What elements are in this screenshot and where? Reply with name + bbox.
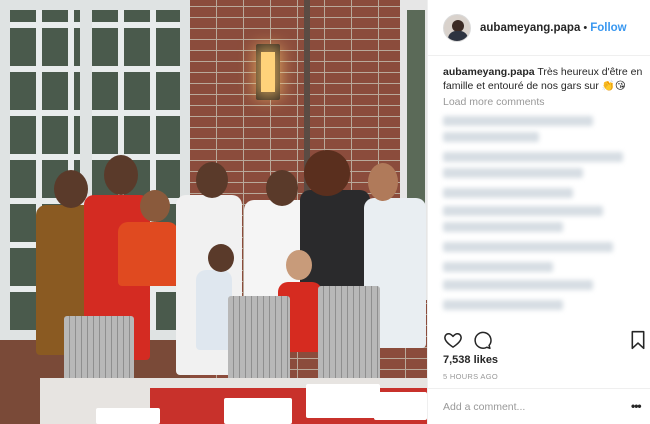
blurred-comment-line <box>443 262 553 272</box>
avatar-body <box>448 30 468 41</box>
blurred-comment-line <box>443 132 539 142</box>
photo-person-head <box>286 250 312 280</box>
blurred-comments <box>443 114 643 324</box>
blurred-comment-line <box>443 152 623 162</box>
photo-lamp-glow <box>261 52 275 92</box>
photo-plate <box>224 398 292 424</box>
load-more-comments-button[interactable]: Load more comments <box>443 96 545 108</box>
post-sidebar: aubameyang.papa • Follow aubameyang.papa… <box>427 0 650 424</box>
blurred-comment-line <box>443 300 563 310</box>
photo-plate <box>96 408 160 424</box>
follow-button[interactable]: Follow <box>590 22 626 34</box>
add-comment-bar: ••• <box>428 388 650 424</box>
photo-person-head <box>304 150 350 196</box>
post-timestamp: 5 HOURS AGO <box>443 372 498 381</box>
blurred-comment-line <box>443 242 613 252</box>
post-caption: aubameyang.papa Très heureux d'être en f… <box>443 65 643 93</box>
likes-count[interactable]: 7,538 likes <box>443 354 498 366</box>
comment-icon[interactable] <box>472 330 492 350</box>
photo-person-head <box>104 155 138 195</box>
photo-person-head <box>140 190 170 222</box>
photo-person-head <box>196 162 228 198</box>
blurred-comment-line <box>443 280 593 290</box>
avatar[interactable] <box>443 13 471 42</box>
username-link[interactable]: aubameyang.papa <box>480 22 580 34</box>
blurred-comment-line <box>443 168 583 178</box>
blurred-comment-line <box>443 222 563 232</box>
caption-username[interactable]: aubameyang.papa <box>443 66 535 78</box>
photo-person <box>196 270 232 350</box>
photo-person-head <box>208 244 234 272</box>
caption-emojis: 👏😘 <box>601 80 626 92</box>
blurred-comment-line <box>443 188 573 198</box>
post-photo[interactable] <box>0 0 427 424</box>
add-comment-input[interactable] <box>443 399 618 415</box>
photo-person-head <box>54 170 88 208</box>
heart-icon[interactable] <box>443 330 463 350</box>
photo-person-head <box>368 163 398 201</box>
photo-plate <box>306 384 380 418</box>
photo-person <box>118 222 178 286</box>
post-header: aubameyang.papa • Follow <box>428 0 650 56</box>
blurred-comment-line <box>443 206 603 216</box>
photo-person-head <box>266 170 298 206</box>
bookmark-icon[interactable] <box>631 330 645 350</box>
photo-chair <box>318 286 380 392</box>
more-options-icon[interactable]: ••• <box>631 399 642 413</box>
avatar-face <box>452 19 464 32</box>
photo-plate <box>374 392 427 420</box>
blurred-comment-line <box>443 116 593 126</box>
post-actions <box>443 330 645 350</box>
separator-dot: • <box>583 21 588 34</box>
